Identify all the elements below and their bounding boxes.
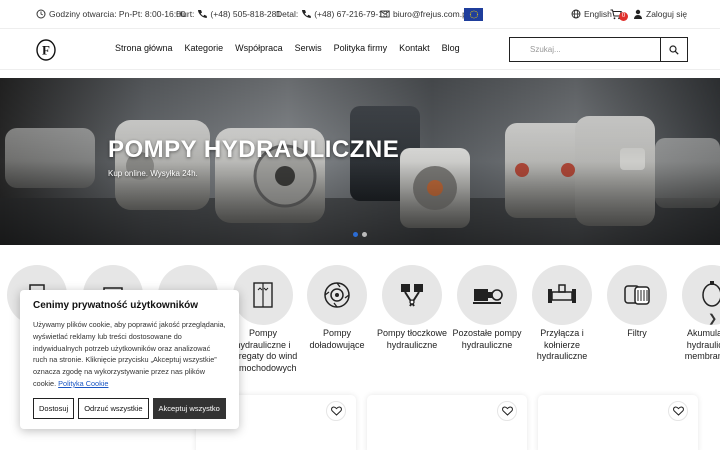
language-switch[interactable]: English (571, 9, 612, 19)
hero-title: POMPY HYDRAULICZNE (108, 136, 400, 163)
logo-letter: F (42, 43, 50, 58)
heart-icon (330, 406, 342, 416)
wholesale-label: Hurt: (176, 9, 195, 19)
wishlist-button[interactable] (497, 401, 517, 421)
motor-pump-icon (473, 289, 503, 304)
category-label[interactable]: Pompy doładowujące (299, 328, 375, 351)
category-label[interactable]: Pozostałe pompy hydrauliczne (449, 328, 525, 351)
hero-subtitle: Kup online. Wysyłka 24h. (108, 169, 198, 178)
slider-dot[interactable] (362, 232, 367, 237)
flange-icon (548, 284, 576, 303)
category-label[interactable]: Pompy tłoczkowe hydrauliczne (374, 328, 450, 351)
cookie-body-text: Używamy plików cookie, aby poprawić jako… (33, 320, 226, 388)
retail-label: Detal: (276, 9, 299, 19)
category-label[interactable]: Akumulatory hydrauliczne membranowe (674, 328, 720, 363)
accumulator-icon (702, 281, 720, 307)
eu-flag-icon (464, 8, 483, 21)
site-logo[interactable]: F (36, 39, 56, 61)
category-item[interactable]: Przyłącza i kołnierze hydrauliczne (524, 265, 600, 363)
eu-stars-icon (469, 10, 478, 19)
email-link[interactable]: biuro@frejus.com.pl (393, 9, 469, 19)
nav-item-cooperation[interactable]: Współpraca (235, 43, 283, 53)
carousel-next-icon[interactable]: ❯ (708, 312, 717, 325)
cookie-title: Cenimy prywatność użytkowników (33, 300, 199, 311)
phone-icon (302, 10, 312, 18)
login-link[interactable]: Zaloguj się (633, 9, 687, 19)
logo-icon: F (36, 39, 56, 61)
clock-icon (36, 9, 46, 19)
cookie-text: Używamy plików cookie, aby poprawić jako… (33, 319, 226, 390)
cookie-consent-dialog: Cenimy prywatność użytkowników Używamy p… (20, 290, 239, 429)
category-label[interactable]: Przyłącza i kołnierze hydrauliczne (524, 328, 600, 363)
nav-item-service[interactable]: Serwis (295, 43, 322, 53)
top-bar: Godziny otwarcia: Pn-Pt: 8:00-16:00 Hurt… (0, 0, 720, 28)
category-image[interactable] (382, 265, 442, 325)
nav-item-categories[interactable]: Kategorie (185, 43, 224, 53)
piston-icon (401, 284, 423, 307)
category-item[interactable]: Filtry (599, 265, 675, 340)
slider-dot-active[interactable] (353, 232, 358, 237)
main-nav: Strona główna Kategorie Współpraca Serwi… (115, 43, 460, 53)
heart-icon (672, 406, 684, 416)
product-card[interactable] (367, 395, 527, 450)
login-label[interactable]: Zaloguj się (646, 9, 687, 19)
nav-item-policy[interactable]: Polityka firmy (334, 43, 388, 53)
search-button[interactable] (660, 37, 688, 62)
language-label[interactable]: English (584, 9, 612, 19)
category-item[interactable]: Pozostałe pompy hydrauliczne (449, 265, 525, 351)
search-input[interactable]: Szukaj... (509, 37, 661, 62)
nav-item-blog[interactable]: Blog (442, 43, 460, 53)
category-image[interactable] (532, 265, 592, 325)
category-item[interactable]: Pompy tłoczkowe hydrauliczne (374, 265, 450, 351)
product-card[interactable] (538, 395, 698, 450)
reject-all-button[interactable]: Odrzuć wszystkie (78, 398, 149, 419)
category-image[interactable] (457, 265, 517, 325)
opening-hours-text: Godziny otwarcia: Pn-Pt: 8:00-16:00 (49, 9, 186, 19)
turbine-pump-icon (324, 282, 350, 308)
category-image[interactable] (233, 265, 293, 325)
wishlist-button[interactable] (668, 401, 688, 421)
hero-banner[interactable]: POMPY HYDRAULICZNE Kup online. Wysyłka 2… (0, 78, 720, 245)
wishlist-button[interactable] (326, 401, 346, 421)
cart-count-badge: 0 (619, 12, 628, 21)
globe-icon (571, 9, 581, 19)
wholesale-contact[interactable]: Hurt: (+48) 505-818-281 (176, 9, 281, 19)
nav-item-contact[interactable]: Kontakt (399, 43, 430, 53)
customize-button[interactable]: Dostosuj (33, 398, 75, 419)
email-contact[interactable]: biuro@frejus.com.pl (380, 9, 469, 19)
category-label[interactable]: Filtry (599, 328, 675, 340)
filter-icon (624, 285, 650, 305)
cookie-buttons: Dostosuj Odrzuć wszystkie Akceptuj wszys… (33, 398, 226, 419)
opening-hours: Godziny otwarcia: Pn-Pt: 8:00-16:00 (36, 9, 186, 19)
phone-icon (198, 10, 208, 18)
category-image[interactable] (607, 265, 667, 325)
elevator-icon (253, 282, 273, 308)
retail-phone[interactable]: (+48) 67-216-79-13 (314, 9, 387, 19)
retail-contact[interactable]: Detal: (+48) 67-216-79-13 (276, 9, 388, 19)
category-image[interactable] (307, 265, 367, 325)
accept-all-button[interactable]: Akceptuj wszystko (152, 398, 226, 419)
category-item[interactable]: Pompy doładowujące (299, 265, 375, 351)
user-icon (634, 9, 642, 19)
main-header: F Strona główna Kategorie Współpraca Ser… (0, 28, 720, 70)
nav-item-home[interactable]: Strona główna (115, 43, 173, 53)
heart-icon (501, 406, 513, 416)
mail-icon (380, 10, 390, 18)
wholesale-phone[interactable]: (+48) 505-818-281 (210, 9, 281, 19)
cookie-policy-link[interactable]: Polityka Cookie (58, 379, 108, 388)
search-icon (669, 44, 679, 55)
